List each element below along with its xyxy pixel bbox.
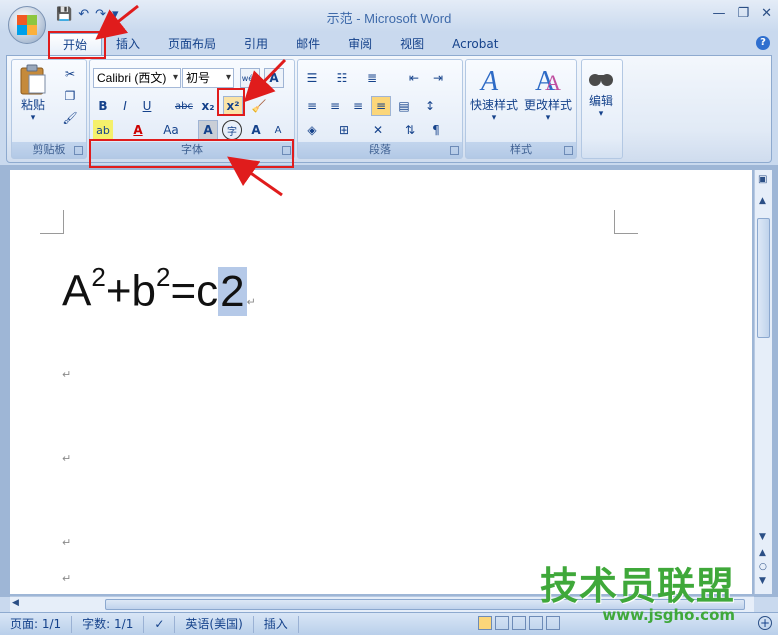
office-button[interactable]	[8, 6, 46, 44]
arrow-to-superscript	[243, 58, 287, 103]
arrow-to-font-group	[227, 156, 283, 197]
watermark-url: www.jsgho.com	[602, 606, 736, 624]
watermark-title: 技术员联盟	[540, 564, 736, 608]
site-watermark: 技术员联盟 www.jsgho.com	[540, 566, 735, 624]
arrow-to-home-tab	[95, 4, 139, 40]
office-logo-icon	[17, 15, 37, 35]
annotation-arrows	[95, 4, 287, 197]
